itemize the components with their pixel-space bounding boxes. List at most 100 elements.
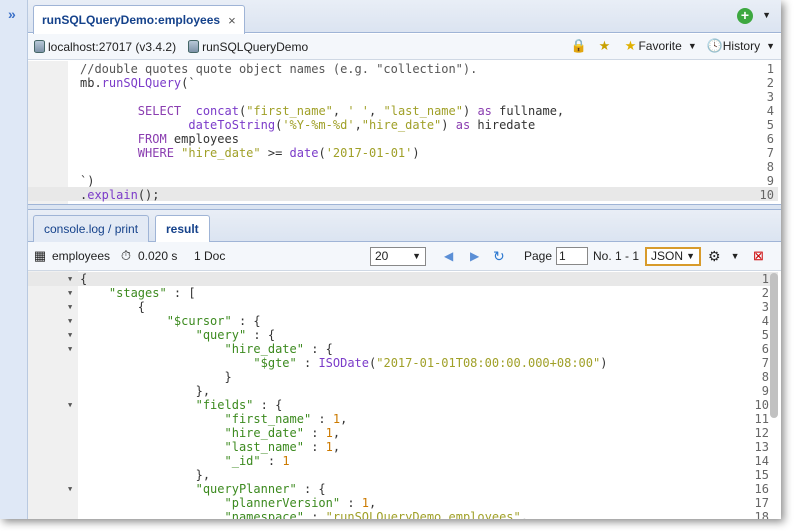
code-line: SELECT concat("first_name", ' ', "last_n…: [137, 104, 565, 118]
result-output[interactable]: 1 ▼ {2 ▼ "stages" : [ 3 ▼ {4 ▼ "$cursor" : { 5 ▼…: [28, 271, 781, 519]
result-toolbar: ▦ employees ⏱ 0.020 s 1 Doc 20 ▼ ◀ ▶ ↻ Pa…: [28, 242, 781, 271]
fold-toggle-icon[interactable]: ▼: [68, 331, 72, 339]
line-number: 2: [766, 76, 774, 90]
code-line: "first_name" : 1,: [224, 412, 348, 426]
server-icon: [34, 40, 45, 53]
chevron-down-icon: ▼: [687, 41, 697, 51]
line-number: 2: [761, 286, 769, 300]
settings-icon[interactable]: ⚙ ▼: [708, 248, 739, 265]
code-line: },: [80, 468, 211, 482]
chevron-down-icon: ▼: [412, 251, 421, 261]
code-line: "_id" : 1: [224, 454, 290, 468]
code-line: "queryPlanner" : {: [195, 482, 326, 496]
clear-icon[interactable]: ⊠: [753, 248, 764, 264]
time-indicator: ⏱ 0.020 s: [118, 248, 177, 264]
database-label: runSQLQueryDemo: [202, 39, 309, 54]
connection-bar: localhost:27017 (v3.4.2) runSQLQueryDemo…: [28, 34, 781, 60]
query-editor[interactable]: 1 //double quotes quote object names (e.g…: [28, 61, 778, 204]
range-label: No. 1 - 1: [593, 249, 640, 263]
host-label: localhost:27017 (v3.4.2): [48, 39, 177, 54]
fold-toggle-icon[interactable]: ▼: [68, 485, 72, 493]
line-number: 6: [761, 342, 769, 356]
format-select[interactable]: JSON ▼: [645, 246, 701, 266]
fold-toggle-icon[interactable]: ▼: [68, 401, 72, 409]
line-number: 3: [766, 90, 774, 104]
line-number: 10: [759, 188, 774, 202]
code-line: {: [80, 272, 88, 286]
line-number: 18: [754, 510, 769, 519]
next-icon[interactable]: ▶: [470, 249, 479, 263]
line-number: 4: [761, 314, 769, 328]
page-label: Page: [524, 249, 553, 263]
connection-database[interactable]: runSQLQueryDemo: [188, 40, 308, 54]
code-line: {: [80, 300, 146, 314]
refresh-icon[interactable]: ↻: [493, 248, 505, 265]
table-icon: ▦: [33, 248, 47, 263]
chevron-down-icon[interactable]: ▼: [762, 10, 771, 20]
result-tab-strip: console.log / print result: [28, 210, 781, 242]
fold-toggle-icon[interactable]: ▼: [68, 303, 72, 311]
line-number: 5: [766, 118, 774, 132]
code-line: .explain();: [80, 188, 160, 202]
code-line: mb.runSQLQuery(`: [80, 76, 196, 90]
line-number: 5: [761, 328, 769, 342]
favorite-button[interactable]: ★ Favorite ▼: [622, 38, 697, 54]
page-size-select[interactable]: 20 ▼: [370, 246, 426, 266]
code-line: "hire_date" : 1,: [224, 426, 341, 440]
add-icon[interactable]: +: [737, 8, 753, 24]
left-collapsed-panel: »: [0, 0, 28, 519]
active-line-highlight: [28, 272, 778, 286]
editor-tab-strip: runSQLQueryDemo:employees × + ▼: [28, 0, 781, 34]
line-number: 13: [754, 440, 769, 454]
line-number: 1: [761, 272, 769, 286]
fold-toggle-icon[interactable]: ▼: [68, 317, 72, 325]
tab-console[interactable]: console.log / print: [33, 215, 150, 242]
line-number: 7: [761, 356, 769, 370]
code-line: }: [80, 370, 232, 384]
tab-result[interactable]: result: [155, 215, 210, 242]
prev-icon[interactable]: ◀: [444, 249, 453, 263]
code-line: "fields" : {: [195, 398, 283, 412]
lock-icon[interactable]: 🔒: [570, 38, 586, 54]
code-line: "namespace" : "runSQLQueryDemo.employees…: [224, 510, 528, 519]
code-line: WHERE "hire_date" >= date('2017-01-01'): [137, 146, 420, 160]
app-window: » runSQLQueryDemo:employees × + ▼ localh…: [0, 0, 781, 519]
line-number: 8: [766, 160, 774, 174]
connection-host[interactable]: localhost:27017 (v3.4.2): [34, 40, 176, 54]
code-line: "stages" : [: [108, 286, 196, 300]
expand-chevron-icon[interactable]: »: [8, 6, 16, 22]
line-number: 9: [766, 174, 774, 188]
code-line: "query" : {: [195, 328, 276, 342]
page-input[interactable]: 1: [556, 247, 589, 265]
fold-toggle-icon[interactable]: ▼: [68, 289, 72, 297]
code-line: "$gte" : ISODate("2017-01-01T08:00:00.00…: [253, 356, 608, 370]
tab-query-editor[interactable]: runSQLQueryDemo:employees ×: [33, 5, 245, 34]
line-number: 17: [754, 496, 769, 510]
history-button[interactable]: 🕓 History ▼: [707, 38, 775, 54]
code-line: "plannerVersion" : 1,: [224, 496, 377, 510]
pager: Page 1: [524, 247, 589, 265]
line-number: 3: [761, 300, 769, 314]
code-line: FROM employees: [137, 132, 239, 146]
code-line: "hire_date" : {: [224, 342, 333, 356]
code-line: "$cursor" : {: [166, 314, 261, 328]
doc-count: 1 Doc: [194, 249, 226, 263]
favorite-label: Favorite: [638, 39, 682, 53]
line-number: 12: [754, 426, 769, 440]
page-size-value: 20: [375, 249, 389, 263]
format-value: JSON: [651, 249, 684, 263]
line-number: 14: [754, 454, 769, 468]
line-number: 10: [754, 398, 769, 412]
history-icon: 🕓: [706, 38, 723, 53]
collection-label: employees: [52, 249, 111, 263]
chevron-down-icon: ▼: [766, 41, 775, 51]
add-favorite-icon[interactable]: ★: [596, 38, 612, 54]
timer-icon: ⏱: [120, 248, 132, 263]
line-number: 15: [754, 468, 769, 482]
vertical-scrollbar[interactable]: [770, 273, 778, 418]
tab-title: runSQLQueryDemo:employees: [42, 13, 221, 27]
fold-toggle-icon[interactable]: ▼: [68, 345, 72, 353]
line-number: 4: [766, 104, 774, 118]
fold-toggle-icon[interactable]: ▼: [68, 275, 72, 283]
close-icon[interactable]: ×: [228, 13, 236, 28]
